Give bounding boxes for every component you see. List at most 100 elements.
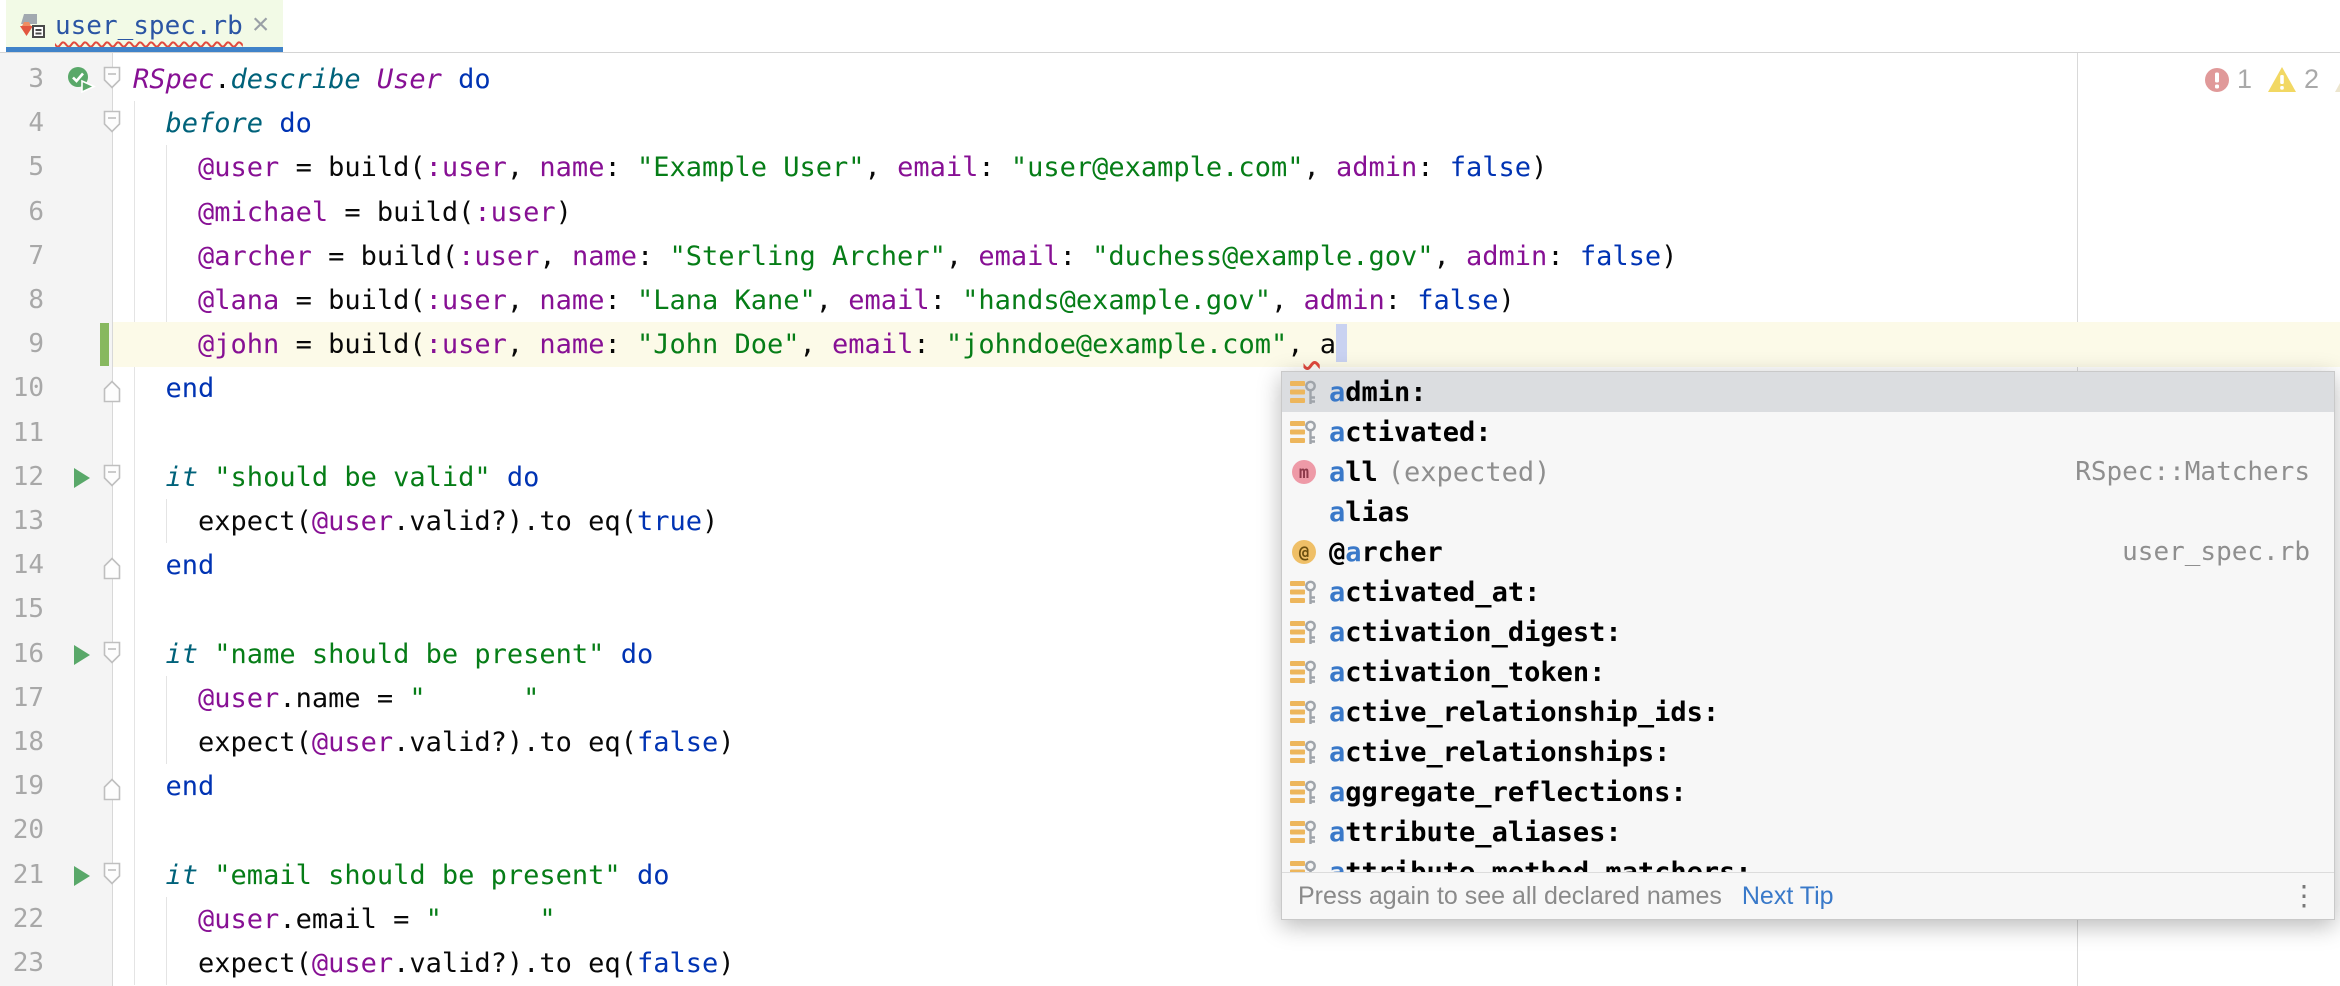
completion-item[interactable]: aggregate_reflections: — [1282, 772, 2334, 812]
line-number: 10 — [0, 366, 44, 411]
completion-item-origin: RSpec::Matchers — [2075, 457, 2334, 487]
code-text: expect(@user.valid?).to eq(false) — [133, 720, 735, 765]
code-line[interactable]: 4 before do — [0, 101, 2340, 146]
run-test-icon[interactable] — [66, 463, 96, 493]
line-number: 17 — [0, 676, 44, 721]
completion-item-label: active_relationships: — [1329, 737, 1670, 768]
warning-count: 2 — [2304, 64, 2319, 95]
completion-item-label: all — [1329, 457, 1378, 488]
code-text: before do — [133, 101, 312, 146]
fold-up-icon[interactable] — [101, 551, 123, 581]
code-text: @john = build(:user, name: "John Doe", e… — [133, 322, 1347, 367]
code-text: end — [133, 764, 214, 809]
run-test-icon[interactable] — [66, 861, 96, 891]
completion-item[interactable]: active_relationships: — [1282, 732, 2334, 772]
code-line[interactable]: 6 @michael = build(:user) — [0, 190, 2340, 235]
completion-footer: Press again to see all declared names Ne… — [1282, 872, 2334, 919]
kebab-menu-icon[interactable]: ⋮ — [2290, 882, 2318, 910]
completion-item[interactable]: activated: — [1282, 412, 2334, 452]
completion-item-params: (expected) — [1388, 457, 1551, 488]
vcs-change-marker — [100, 323, 109, 366]
code-line[interactable]: 8 @lana = build(:user, name: "Lana Kane"… — [0, 278, 2340, 323]
tab-title[interactable]: user_spec.rb — [55, 11, 243, 41]
fold-down-icon[interactable] — [101, 463, 123, 493]
warning-icon — [2267, 66, 2297, 93]
parameter-icon — [1289, 697, 1319, 727]
completion-item-origin: user_spec.rb — [2122, 537, 2334, 567]
code-text: expect(@user.valid?).to eq(false) — [133, 941, 735, 986]
completion-item-label: aggregate_reflections: — [1329, 777, 1687, 808]
completion-item[interactable]: mall (expected) RSpec::Matchers — [1282, 452, 2334, 492]
parameter-icon — [1289, 377, 1319, 407]
completion-item[interactable]: active_relationship_ids: — [1282, 692, 2334, 732]
close-icon[interactable]: × — [252, 10, 270, 40]
completion-hint: Press again to see all declared names — [1298, 882, 1722, 911]
line-number: 23 — [0, 941, 44, 986]
code-text: RSpec.describe User do — [133, 57, 491, 102]
line-number: 20 — [0, 808, 44, 853]
line-number: 4 — [0, 101, 44, 146]
none — [1289, 497, 1319, 527]
line-number: 18 — [0, 720, 44, 765]
parameter-icon — [1289, 617, 1319, 647]
completion-item-label: activated_at: — [1329, 577, 1540, 608]
ruby-test-file-icon — [16, 11, 46, 41]
code-text: expect(@user.valid?).to eq(true) — [133, 499, 718, 544]
completion-item-label: active_relationship_ids: — [1329, 697, 1719, 728]
weak-warning-icon — [2334, 66, 2340, 93]
code-line[interactable]: 3 RSpec.describe User do — [0, 57, 2340, 102]
code-text: it "should be valid" do — [133, 455, 539, 500]
parameter-icon — [1289, 417, 1319, 447]
completion-item-label: attribute_aliases: — [1329, 817, 1622, 848]
line-number: 12 — [0, 455, 44, 500]
line-number: 3 — [0, 57, 44, 102]
line-number: 5 — [0, 145, 44, 190]
line-number: 19 — [0, 764, 44, 809]
code-line[interactable]: 23 expect(@user.valid?).to eq(false) — [0, 941, 2340, 986]
code-text: end — [133, 543, 214, 588]
code-line[interactable]: 9 @john = build(:user, name: "John Doe",… — [0, 322, 2340, 367]
text-caret — [1336, 324, 1347, 362]
fold-up-icon[interactable] — [101, 772, 123, 802]
parameter-icon — [1289, 577, 1319, 607]
completion-item[interactable]: attribute_method_matchers: — [1282, 852, 2334, 872]
completion-item[interactable]: attribute_aliases: — [1282, 812, 2334, 852]
code-line[interactable]: 7 @archer = build(:user, name: "Sterling… — [0, 234, 2340, 279]
line-number: 6 — [0, 190, 44, 235]
fold-down-icon[interactable] — [101, 109, 123, 139]
code-completion-popup: admin:activated:mall (expected) RSpec::Mat… — [1281, 371, 2335, 920]
error-count: 1 — [2237, 64, 2252, 95]
fold-down-icon[interactable] — [101, 65, 123, 95]
code-line[interactable]: 5 @user = build(:user, name: "Example Us… — [0, 145, 2340, 190]
fold-down-icon[interactable] — [101, 640, 123, 670]
completion-item-label: activated: — [1329, 417, 1492, 448]
line-number: 11 — [0, 411, 44, 456]
line-number: 22 — [0, 897, 44, 942]
parameter-icon — [1289, 817, 1319, 847]
completion-item[interactable]: activation_digest: — [1282, 612, 2334, 652]
completion-item-label: activation_digest: — [1329, 617, 1622, 648]
parameter-icon — [1289, 777, 1319, 807]
method-icon: m — [1289, 457, 1319, 487]
run-test-icon[interactable] — [66, 640, 96, 670]
svg-text:@: @ — [1299, 543, 1309, 563]
completion-item[interactable]: alias — [1282, 492, 2334, 532]
line-number: 21 — [0, 853, 44, 898]
run-class-icon[interactable] — [66, 65, 96, 95]
code-text: @user.email = " " — [133, 897, 556, 942]
completion-item-label: attribute_method_matchers: — [1329, 857, 1752, 872]
fold-up-icon[interactable] — [101, 374, 123, 404]
code-text: end — [133, 366, 214, 411]
completion-item[interactable]: @@archeruser_spec.rb — [1282, 532, 2334, 572]
completion-item[interactable]: admin: — [1282, 372, 2334, 412]
completion-list: admin:activated:mall (expected) RSpec::Mat… — [1282, 372, 2334, 872]
completion-item[interactable]: activated_at: — [1282, 572, 2334, 612]
error-squiggle — [1303, 329, 1319, 360]
tab-user-spec[interactable]: user_spec.rb × — [6, 0, 283, 52]
completion-item[interactable]: activation_token: — [1282, 652, 2334, 692]
next-tip-link[interactable]: Next Tip — [1742, 882, 1834, 911]
code-text: @michael = build(:user) — [133, 190, 572, 235]
fold-down-icon[interactable] — [101, 861, 123, 891]
inspections-widget[interactable]: 1 2 — [2204, 64, 2340, 95]
instance-variable-icon: @ — [1289, 537, 1319, 567]
